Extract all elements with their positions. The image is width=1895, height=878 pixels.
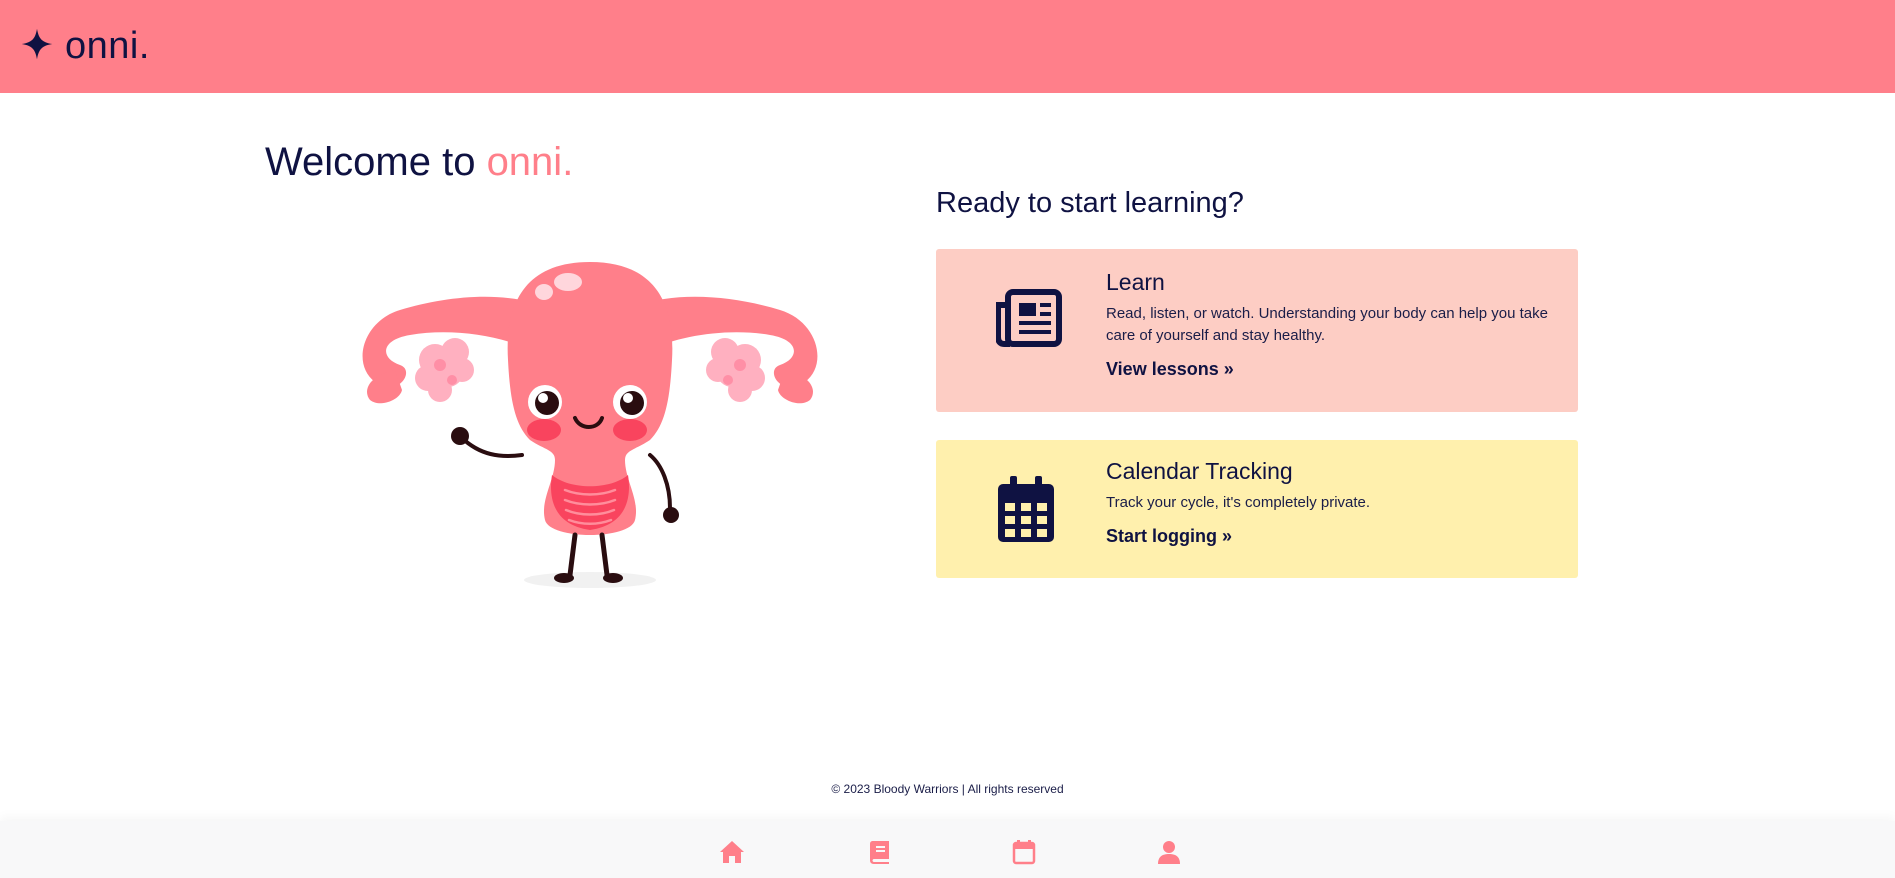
learn-card-text: Read, listen, or watch. Understanding yo… [1106, 305, 1548, 344]
calendar-icon[interactable] [1011, 839, 1037, 865]
calendar-card-text: Track your cycle, it's completely privat… [1106, 494, 1371, 511]
calendar-card-title: Calendar Tracking [1106, 458, 1293, 484]
welcome-heading: Welcome to onni. [265, 140, 573, 185]
home-icon[interactable] [719, 839, 745, 865]
calendar-card-body: Calendar Tracking Track your cycle, it's… [1106, 458, 1552, 547]
view-lessons-link[interactable]: View lessons » [1106, 359, 1234, 380]
welcome-brand: onni. [486, 140, 574, 184]
section-heading: Ready to start learning? [936, 187, 1244, 219]
learn-card-body: Learn Read, listen, or watch. Understand… [1106, 269, 1552, 380]
brand-logo-link[interactable]: onni. [20, 25, 150, 68]
learn-card-title: Learn [1106, 269, 1165, 295]
copyright-text: © 2023 Bloody Warriors | All rights rese… [831, 782, 1064, 796]
book-icon[interactable] [867, 839, 893, 865]
newspaper-icon [995, 289, 1062, 352]
start-logging-link[interactable]: Start logging » [1106, 526, 1232, 547]
welcome-prefix: Welcome to [265, 140, 487, 184]
uterus-mascot-illustration [340, 250, 840, 595]
brand-name: onni. [65, 25, 150, 67]
top-bar: onni. [0, 0, 1895, 93]
user-icon[interactable] [1156, 839, 1182, 865]
sparkle-icon [20, 27, 54, 66]
calendar-tracking-card[interactable]: Calendar Tracking Track your cycle, it's… [936, 440, 1578, 578]
learn-card[interactable]: Learn Read, listen, or watch. Understand… [936, 249, 1578, 412]
bottom-navigation [0, 821, 1895, 878]
calendar-icon [996, 476, 1056, 547]
